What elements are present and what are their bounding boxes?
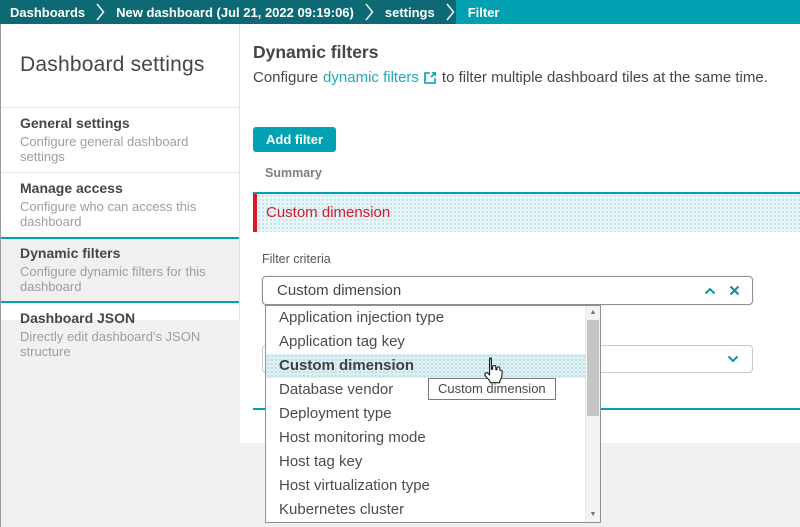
dropdown-option[interactable]: Kubernetes cluster: [266, 498, 585, 522]
sidebar-item-dashboard-json[interactable]: Dashboard JSON Directly edit dashboard's…: [0, 303, 239, 367]
sidebar-item-label: General settings: [20, 115, 221, 132]
dropdown-option[interactable]: Host monitoring mode: [266, 426, 585, 450]
external-link-icon[interactable]: [424, 71, 437, 84]
summary-column-header: Summary: [265, 166, 322, 180]
scroll-up-arrow-icon[interactable]: ▲: [586, 306, 600, 319]
sidebar-item-label: Manage access: [20, 180, 221, 197]
breadcrumb-item-settings[interactable]: settings: [375, 0, 445, 24]
filter-criteria-label: Filter criteria: [262, 252, 331, 266]
dropdown-option[interactable]: Application injection type: [266, 306, 585, 330]
page-description: Configure dynamic filters to filter mult…: [253, 69, 768, 86]
sidebar-item-dynamic-filters[interactable]: Dynamic filters Configure dynamic filter…: [0, 237, 239, 303]
settings-sidebar: Dashboard settings General settings Conf…: [0, 24, 240, 320]
description-prefix: Configure: [253, 69, 318, 86]
sidebar-item-description: Configure who can access this dashboard: [20, 199, 221, 229]
scroll-down-arrow-icon[interactable]: ▼: [586, 508, 600, 521]
sidebar-item-description: Configure general dashboard settings: [20, 134, 221, 164]
window-left-edge: [0, 24, 1, 527]
sidebar-item-general-settings[interactable]: General settings Configure general dashb…: [0, 107, 239, 172]
description-suffix: to filter multiple dashboard tiles at th…: [442, 69, 768, 86]
dropdown-option[interactable]: Host virtualization type: [266, 474, 585, 498]
dropdown-option[interactable]: Host tag key: [266, 450, 585, 474]
sidebar-item-description: Configure dynamic filters for this dashb…: [20, 264, 221, 294]
breadcrumb: Dashboards New dashboard (Jul 21, 2022 0…: [0, 0, 800, 24]
combobox-value[interactable]: Custom dimension: [263, 277, 752, 304]
dropdown-scrollbar[interactable]: ▲ ▼: [585, 306, 600, 522]
clear-x-icon[interactable]: [729, 277, 740, 304]
breadcrumb-chevron-icon: [364, 0, 375, 24]
filter-criteria-dropdown: Application injection type Application t…: [265, 305, 601, 523]
filter-criteria-combobox[interactable]: Custom dimension: [262, 276, 753, 305]
breadcrumb-chevron-icon: [445, 0, 456, 24]
dropdown-option-list: Application injection type Application t…: [266, 306, 585, 522]
breadcrumb-chevron-icon: [95, 0, 106, 24]
dynamic-filters-link[interactable]: dynamic filters: [323, 69, 419, 86]
breadcrumb-item-dashboard-name[interactable]: New dashboard (Jul 21, 2022 09:19:06): [106, 0, 364, 24]
chevron-up-icon[interactable]: [704, 277, 716, 304]
sidebar-item-description: Directly edit dashboard's JSON structure: [20, 329, 221, 359]
page-title: Dynamic filters: [253, 42, 378, 63]
breadcrumb-item-filter-active[interactable]: Filter: [456, 0, 800, 24]
sidebar-item-manage-access[interactable]: Manage access Configure who can access t…: [0, 172, 239, 237]
sidebar-title: Dashboard settings: [0, 24, 239, 77]
filter-summary-row[interactable]: Custom dimension: [253, 194, 800, 232]
sidebar-item-label: Dynamic filters: [20, 245, 221, 262]
option-tooltip: Custom dimension: [428, 378, 556, 400]
dynamic-filters-panel: Dynamic filters Configure dynamic filter…: [240, 24, 800, 443]
breadcrumb-item-dashboards[interactable]: Dashboards: [0, 0, 95, 24]
add-filter-button[interactable]: Add filter: [253, 127, 336, 152]
scrollbar-thumb[interactable]: [587, 320, 599, 416]
dropdown-option[interactable]: Application tag key: [266, 330, 585, 354]
dropdown-option[interactable]: Deployment type: [266, 402, 585, 426]
sidebar-item-label: Dashboard JSON: [20, 310, 221, 327]
chevron-down-icon[interactable]: [727, 346, 739, 372]
dropdown-option-highlighted[interactable]: Custom dimension: [266, 354, 585, 378]
